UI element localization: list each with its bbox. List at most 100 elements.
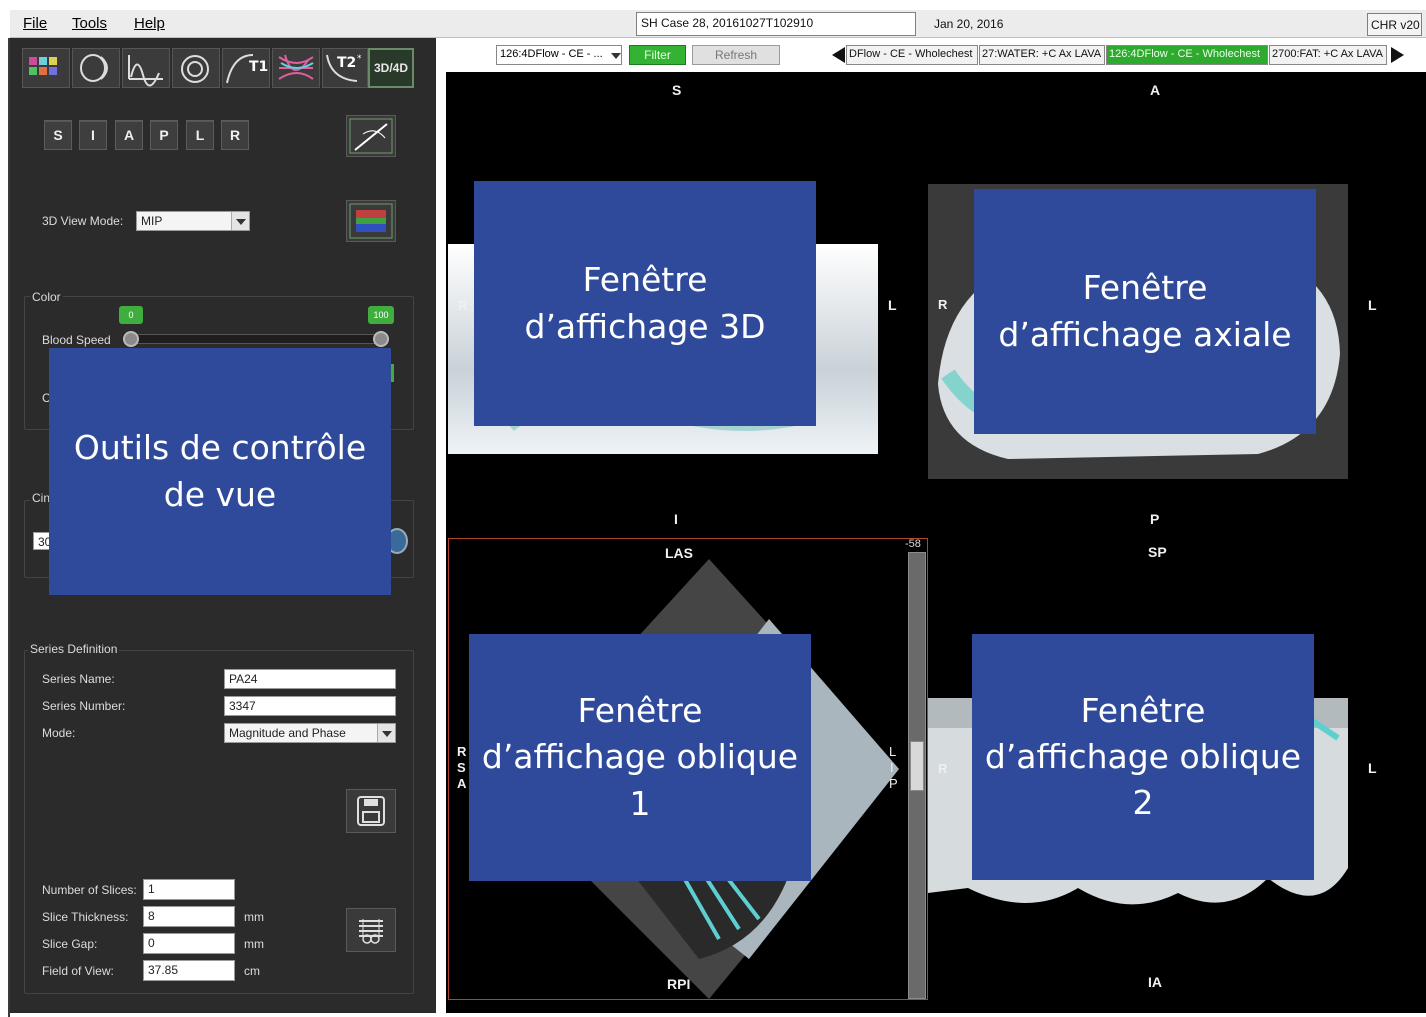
color-group-label: Color: [30, 290, 63, 304]
myocardial-ring-icon: [181, 55, 209, 83]
fov-label: Field of View:: [42, 964, 114, 978]
case-name-field: SH Case 28, 20161027T102910: [636, 12, 916, 36]
oblique-1-viewport-callout: Fenêtre d’affichage oblique 1: [469, 634, 811, 881]
chevron-down-icon: [231, 212, 249, 230]
blood-speed-min-marker: 0: [119, 306, 143, 324]
blood-speed-max-marker: 100: [368, 306, 394, 324]
orient-i-button[interactable]: I: [79, 120, 107, 150]
orientation-right: L: [1368, 297, 1377, 313]
series-tab-active[interactable]: 126:4DFlow - CE - Wholechest: [1106, 45, 1268, 65]
orientation-top: SP: [1148, 544, 1167, 560]
3d-viewport-callout: Fenêtre d’affichage 3D: [474, 181, 816, 426]
series-definition-title: Series Definition: [28, 642, 120, 656]
orientation-top: S: [672, 82, 682, 98]
series-tab[interactable]: DFlow - CE - Wholechest: [846, 45, 978, 65]
slice-gap-input[interactable]: 0: [143, 933, 235, 954]
series-select[interactable]: 126:4DFlow - CE - ...: [496, 45, 622, 65]
orientation-right: L: [888, 297, 897, 313]
oblique-line-icon: [349, 118, 393, 154]
slice-thickness-unit: mm: [244, 910, 264, 924]
left-window-edge: [0, 38, 10, 1017]
mode-select[interactable]: Magnitude and Phase: [224, 723, 396, 743]
orient-r-button[interactable]: R: [221, 120, 249, 150]
t1-mapping-tool-button[interactable]: T1: [222, 48, 270, 88]
svg-text:T2: T2: [337, 55, 356, 71]
myocardial-tool-button[interactable]: [172, 48, 220, 88]
slice-thickness-label: Slice Thickness:: [42, 910, 129, 924]
blood-speed-label: Blood Speed: [42, 333, 111, 347]
create-slices-button[interactable]: [346, 908, 396, 952]
menu-file[interactable]: File: [23, 15, 47, 32]
color-layers-icon: [349, 203, 393, 239]
study-date: Jan 20, 2016: [918, 12, 1366, 36]
blood-speed-max-handle[interactable]: [373, 331, 389, 347]
diffusion-tool-button[interactable]: [272, 48, 320, 88]
oblique-line-button[interactable]: [346, 115, 396, 157]
slice-scrollbar[interactable]: [908, 552, 926, 999]
svg-text:*: *: [357, 54, 362, 64]
orient-s-button[interactable]: S: [44, 120, 72, 150]
orientation-left: R: [938, 297, 948, 312]
orient-a-button[interactable]: A: [115, 120, 143, 150]
slice-count-input[interactable]: 1: [143, 879, 235, 900]
tractography-icon: [278, 54, 314, 80]
view-mode-label: 3D View Mode:: [42, 214, 124, 228]
series-number-label: Series Number:: [42, 699, 126, 713]
slice-slider-value: -58: [905, 538, 921, 550]
slice-gap-label: Slice Gap:: [42, 937, 98, 951]
previous-series-icon[interactable]: [830, 46, 846, 64]
function-tool-button[interactable]: [72, 48, 120, 88]
view-controls-callout: Outils de contrôle de vue: [49, 348, 391, 595]
view-mode-value: MIP: [141, 214, 163, 228]
slice-gap-unit: mm: [244, 937, 264, 951]
orientation-bottom: IA: [1148, 974, 1162, 990]
slice-stack-icon: [359, 919, 383, 944]
t2-curve-icon: T2 *: [326, 54, 362, 82]
orientation-top: LAS: [665, 545, 693, 561]
orientation-left-1: R: [457, 744, 467, 759]
3d4d-icon: 3D/4D: [373, 61, 408, 75]
oblique-2-viewport-callout: Fenêtre d’affichage oblique 2: [972, 634, 1314, 880]
orientation-bottom: P: [1150, 511, 1160, 527]
series-number-input[interactable]: 3347: [224, 696, 396, 716]
mode-label: Mode:: [42, 726, 76, 740]
flow-tool-button[interactable]: [122, 48, 170, 88]
slice-scroll-thumb[interactable]: [910, 741, 924, 791]
image-grid-tool-button[interactable]: [22, 48, 70, 88]
orientation-bottom: RPI: [667, 976, 691, 992]
blood-speed-min-handle[interactable]: [123, 331, 139, 347]
axial-viewport-callout: Fenêtre d’affichage axiale: [974, 189, 1316, 434]
slice-count-label: Number of Slices:: [42, 883, 137, 897]
filter-button[interactable]: Filter: [629, 45, 686, 65]
refresh-button[interactable]: Refresh: [692, 45, 780, 65]
save-series-button[interactable]: [346, 789, 396, 833]
svg-text:T1: T1: [249, 59, 268, 75]
series-tab[interactable]: 27:WATER: +C Ax LAVA: [979, 45, 1105, 65]
function-icon: [80, 54, 108, 82]
series-name-input[interactable]: PA24: [224, 669, 396, 689]
slice-thickness-input[interactable]: 8: [143, 906, 235, 927]
t2-mapping-tool-button[interactable]: T2 *: [322, 48, 368, 88]
orientation-top: A: [1150, 82, 1161, 98]
image-grid-icon: [29, 57, 57, 75]
menu-help[interactable]: Help: [134, 15, 165, 32]
next-series-icon[interactable]: [1390, 46, 1406, 64]
fov-unit: cm: [244, 964, 260, 978]
blood-speed-slider-track[interactable]: [130, 334, 382, 344]
3d4d-tool-button[interactable]: 3D/4D: [368, 48, 414, 88]
fov-input[interactable]: 37.85: [143, 960, 235, 981]
color-layers-button[interactable]: [346, 200, 396, 242]
save-disk-icon: [357, 796, 385, 826]
orient-p-button[interactable]: P: [150, 120, 178, 150]
orientation-right: L: [1368, 760, 1377, 776]
orient-l-button[interactable]: L: [186, 120, 214, 150]
mode-value: Magnitude and Phase: [229, 726, 346, 740]
menu-tools[interactable]: Tools: [72, 15, 107, 32]
orientation-left: R: [458, 298, 468, 313]
orientation-left: R: [938, 761, 948, 776]
t1-curve-icon: T1: [226, 54, 268, 84]
view-mode-select[interactable]: MIP: [136, 211, 250, 231]
series-tab[interactable]: 2700:FAT: +C Ax LAVA: [1269, 45, 1387, 65]
flow-curve-icon: [128, 55, 163, 87]
series-select-value: 126:4DFlow - CE - ...: [500, 48, 603, 60]
